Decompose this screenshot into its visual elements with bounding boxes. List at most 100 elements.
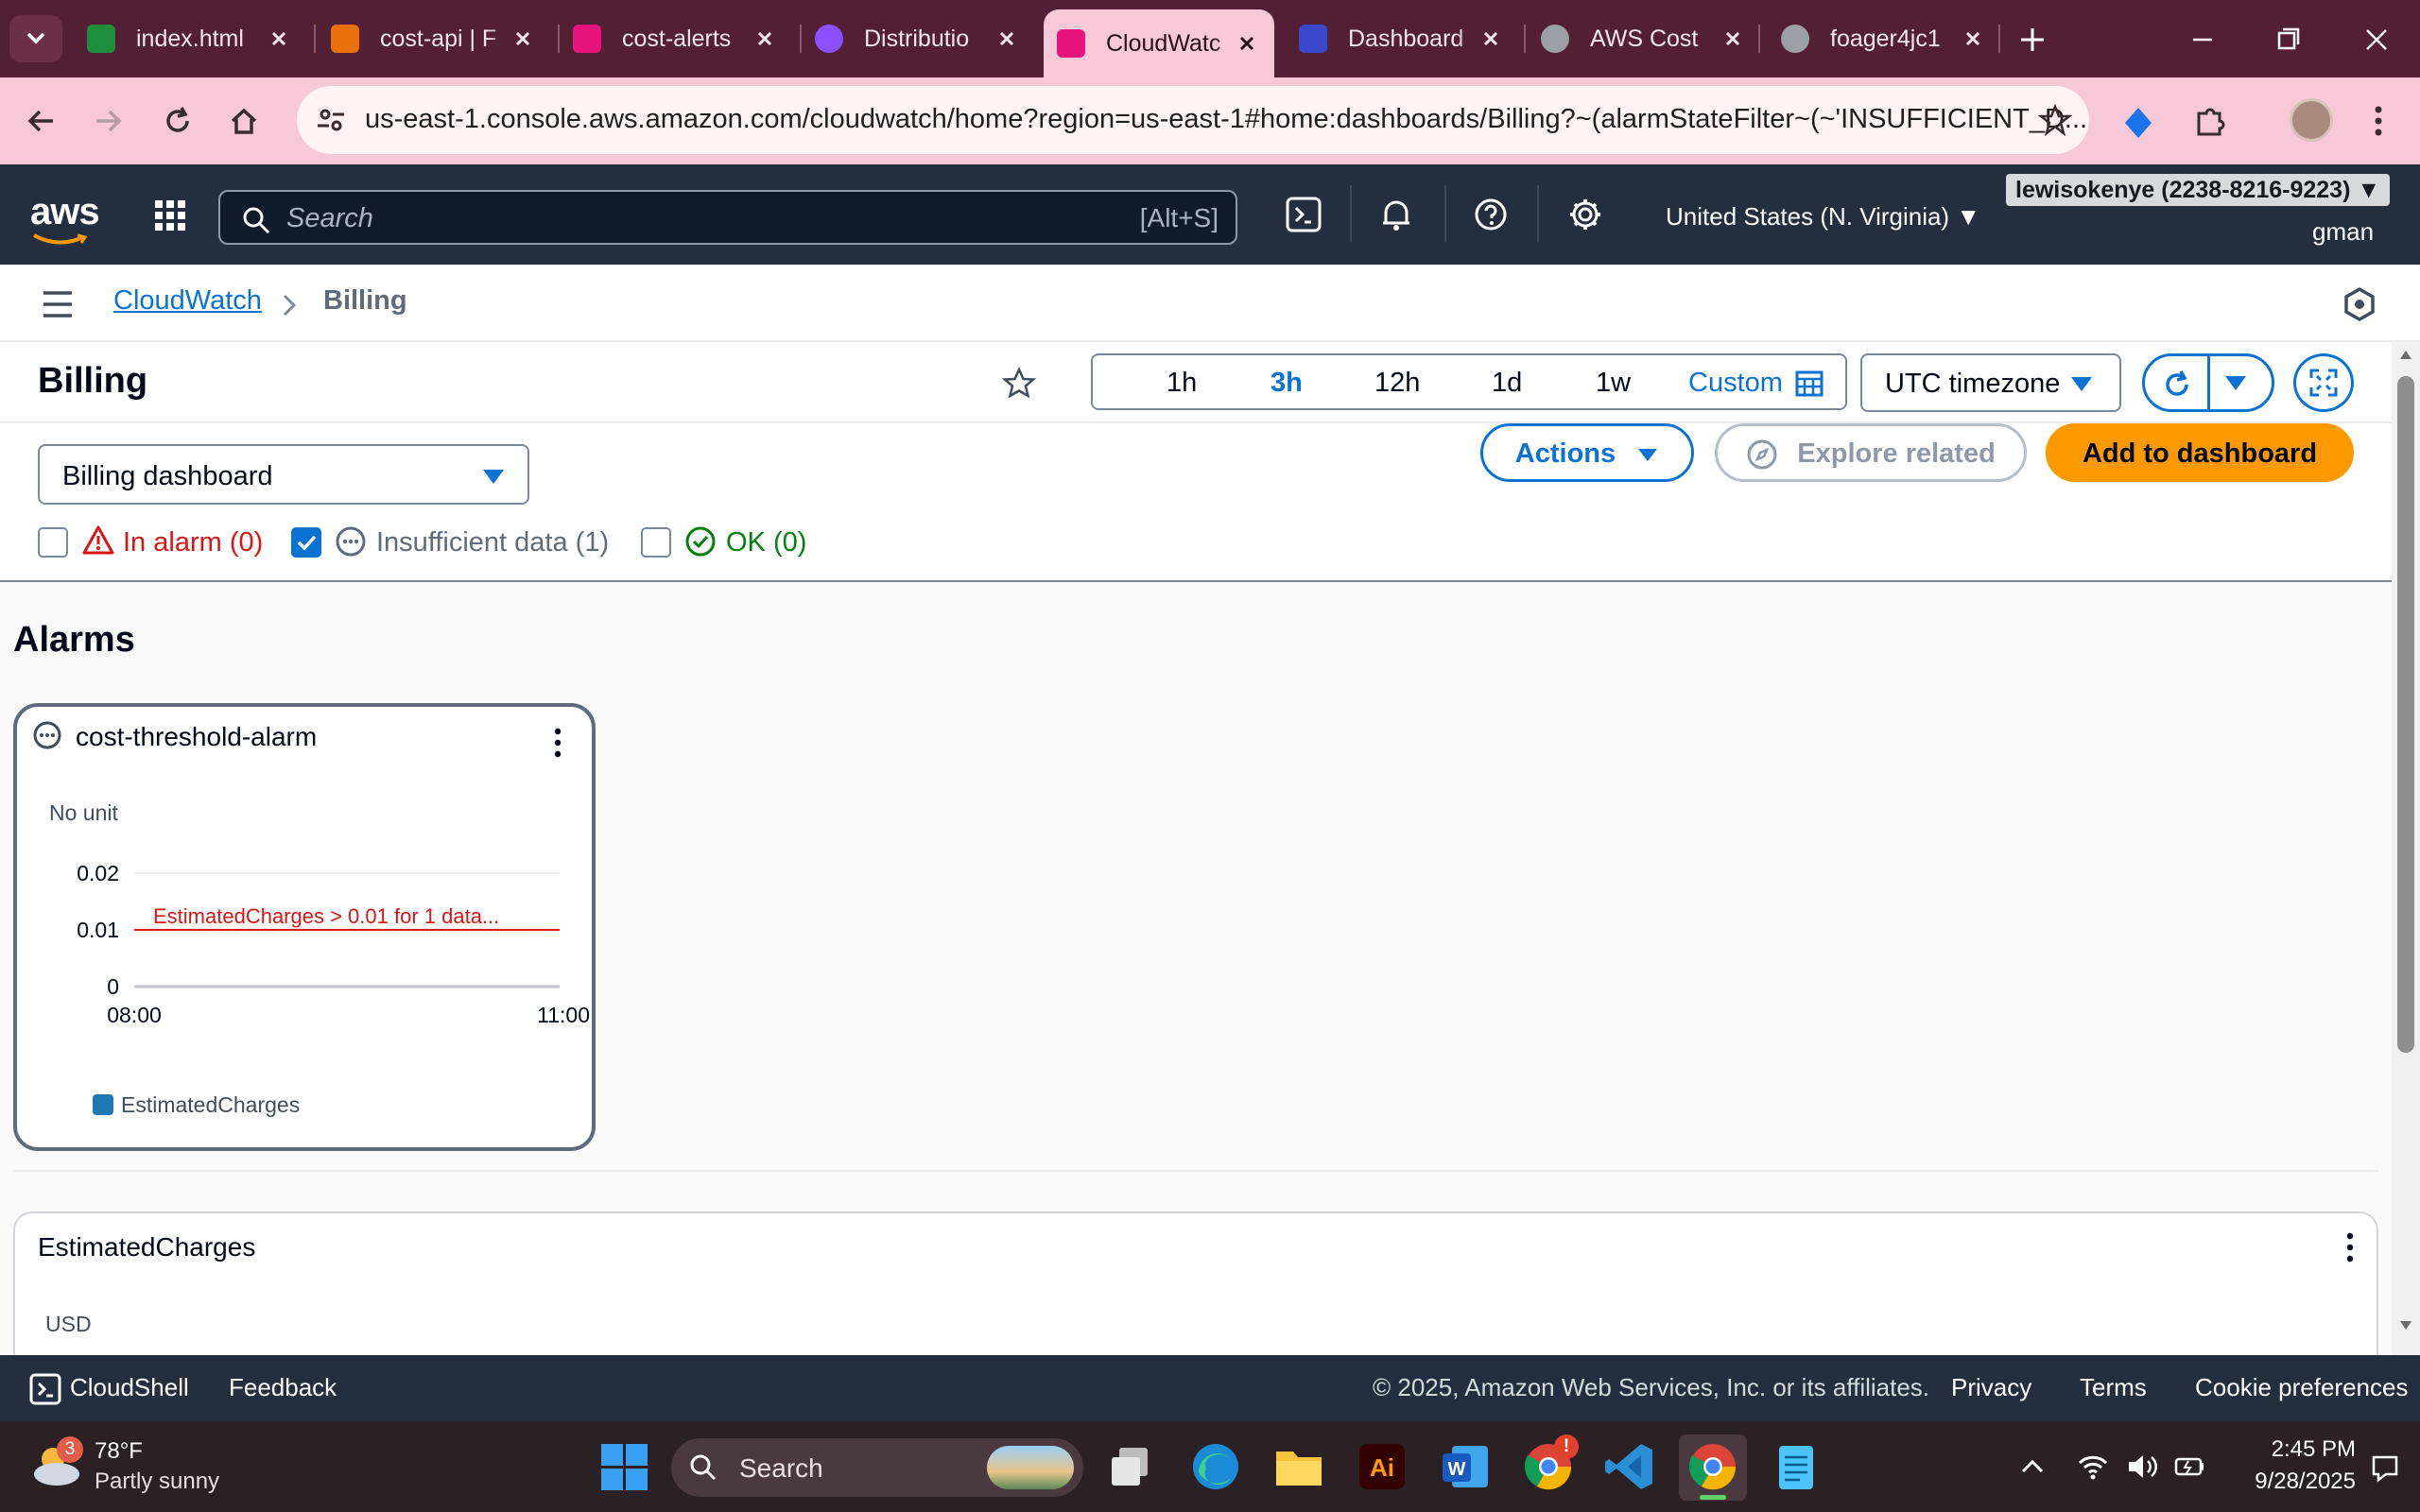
scroll-up-icon[interactable] [2398, 348, 2413, 361]
back-icon[interactable] [21, 100, 62, 142]
close-icon[interactable] [1719, 25, 1747, 53]
close-icon[interactable] [265, 25, 293, 53]
help-icon[interactable] [1469, 193, 1512, 236]
notepad-icon[interactable] [1770, 1440, 1823, 1493]
timezone-select[interactable]: UTC timezone [1860, 353, 2121, 412]
browser-tab-7[interactable]: foager4jc1 [1781, 11, 2000, 66]
legend-swatch [93, 1094, 113, 1115]
profile-avatar[interactable] [2290, 98, 2333, 142]
time-range-12h[interactable]: 12h [1374, 368, 1420, 399]
home-icon[interactable] [223, 100, 265, 142]
time-range-1d[interactable]: 1d [1492, 368, 1522, 399]
close-icon[interactable] [993, 25, 1021, 53]
volume-icon[interactable] [2125, 1450, 2159, 1484]
footer-cookie-preferences[interactable]: Cookie preferences [2195, 1373, 2408, 1402]
settings-gear-icon[interactable] [1564, 193, 1607, 236]
footer-privacy[interactable]: Privacy [1951, 1373, 2031, 1402]
aws-logo[interactable]: aws [30, 191, 100, 247]
clock-date[interactable]: 9/28/2025 [2221, 1469, 2356, 1495]
filter-insufficient-checkbox[interactable] [291, 527, 321, 558]
address-bar[interactable]: us-east-1.console.aws.amazon.com/cloudwa… [297, 86, 2089, 154]
caret-down-icon[interactable] [2222, 371, 2249, 394]
menu-hamburger-icon[interactable] [40, 287, 78, 321]
services-grid-icon[interactable] [151, 197, 189, 234]
weather-widget[interactable]: 3 [30, 1436, 83, 1489]
filter-in-alarm-checkbox[interactable] [38, 527, 68, 558]
edge-browser-icon[interactable] [1189, 1440, 1242, 1493]
breadcrumb-cloudwatch[interactable]: CloudWatch [113, 285, 262, 317]
filter-ok-checkbox[interactable] [641, 527, 671, 558]
chevron-up-icon[interactable] [2017, 1452, 2048, 1482]
cloudshell-icon[interactable] [28, 1372, 62, 1406]
browser-tab-0[interactable]: index.html [87, 11, 306, 66]
browser-tab-5[interactable]: Dashboard [1299, 11, 1518, 66]
active-chrome-taskbar-item[interactable] [1679, 1435, 1747, 1501]
settings-hex-icon[interactable] [2341, 285, 2378, 323]
more-vert-icon[interactable] [2339, 1230, 2361, 1264]
time-range-custom[interactable]: Custom [1688, 368, 1783, 399]
notifications-bell-icon[interactable] [1374, 193, 1418, 236]
site-info-icon[interactable] [314, 103, 348, 137]
file-explorer-icon[interactable] [1272, 1440, 1325, 1493]
new-tab-icon[interactable] [2014, 21, 2051, 59]
browser-tab-1[interactable]: cost-api | F [331, 11, 550, 66]
close-icon[interactable] [509, 25, 537, 53]
scroll-down-icon[interactable] [2398, 1319, 2413, 1332]
bookmark-star-icon[interactable] [2038, 103, 2072, 137]
refresh-icon[interactable] [2158, 366, 2196, 404]
tab-search-button[interactable] [9, 15, 62, 62]
windows-start-icon[interactable] [597, 1440, 650, 1493]
cloudshell-icon[interactable] [1282, 193, 1325, 236]
browser-tab-3[interactable]: Distributio [815, 11, 1034, 66]
clock-time[interactable]: 2:45 PM [2238, 1436, 2356, 1463]
time-range-1h[interactable]: 1h [1167, 368, 1197, 399]
illustrator-icon[interactable]: Ai [1356, 1440, 1409, 1493]
more-vert-icon[interactable] [2360, 100, 2397, 142]
minimize-icon[interactable] [2184, 21, 2221, 59]
notification-center-icon[interactable] [2369, 1452, 2401, 1484]
battery-icon[interactable] [2172, 1450, 2206, 1484]
browser-tab-2[interactable]: cost-alerts [573, 11, 792, 66]
forward-icon[interactable] [87, 100, 129, 142]
word-icon[interactable]: W [1439, 1440, 1492, 1493]
time-range-3h[interactable]: 3h [1270, 368, 1303, 399]
vscode-icon[interactable] [1603, 1440, 1656, 1493]
user-name[interactable]: gman [2312, 217, 2374, 247]
browser-tab-4[interactable]: CloudWatc [1044, 9, 1274, 77]
search-input[interactable]: Search [Alt+S] [218, 190, 1237, 245]
weather-desc: Partly sunny [95, 1469, 220, 1494]
extensions-puzzle-icon[interactable] [2189, 100, 2231, 142]
close-icon[interactable] [1959, 25, 1987, 53]
explore-related-button[interactable]: Explore related [1715, 423, 2027, 482]
region-selector[interactable]: United States (N. Virginia) ▼ [1666, 202, 1980, 232]
chrome-icon[interactable]: ! [1522, 1435, 1579, 1493]
actions-button[interactable]: Actions [1480, 423, 1694, 482]
window-close-icon[interactable] [2358, 21, 2395, 59]
scrollbar-thumb[interactable] [2397, 376, 2414, 1053]
fullscreen-button[interactable] [2293, 353, 2354, 412]
add-to-dashboard-button[interactable]: Add to dashboard [2046, 423, 2354, 482]
time-range-selector: 1h 3h 12h 1d 1w Custom [1091, 353, 1847, 410]
page-scrollbar[interactable] [2392, 342, 2420, 1355]
restore-icon[interactable] [2269, 21, 2307, 59]
footer-terms[interactable]: Terms [2080, 1373, 2147, 1402]
browser-tab-6[interactable]: AWS Cost [1541, 11, 1760, 66]
wifi-icon[interactable] [2076, 1450, 2110, 1484]
explore-related-label: Explore related [1797, 438, 1996, 469]
task-view-icon[interactable] [1106, 1440, 1159, 1493]
time-range-1w[interactable]: 1w [1596, 368, 1631, 399]
dashboard-select[interactable]: Billing dashboard [38, 444, 529, 505]
extension-icon[interactable] [2118, 102, 2159, 144]
close-icon[interactable] [1477, 25, 1505, 53]
reload-icon[interactable] [157, 100, 199, 142]
favorite-star-icon[interactable] [1000, 365, 1038, 403]
alarm-widget[interactable]: cost-threshold-alarm No unit 0.02 0.01 0 0… [13, 703, 596, 1151]
close-icon[interactable] [751, 25, 779, 53]
footer-feedback[interactable]: Feedback [229, 1373, 337, 1402]
taskbar-search[interactable]: Search [671, 1438, 1083, 1497]
calendar-icon[interactable] [1794, 368, 1824, 398]
close-icon[interactable] [1233, 29, 1261, 58]
footer-cloudshell[interactable]: CloudShell [70, 1373, 189, 1402]
legend-label[interactable]: EstimatedCharges [121, 1092, 300, 1117]
account-menu[interactable]: lewisokenye (2238-8216-9223) ▼ [2006, 174, 2391, 206]
